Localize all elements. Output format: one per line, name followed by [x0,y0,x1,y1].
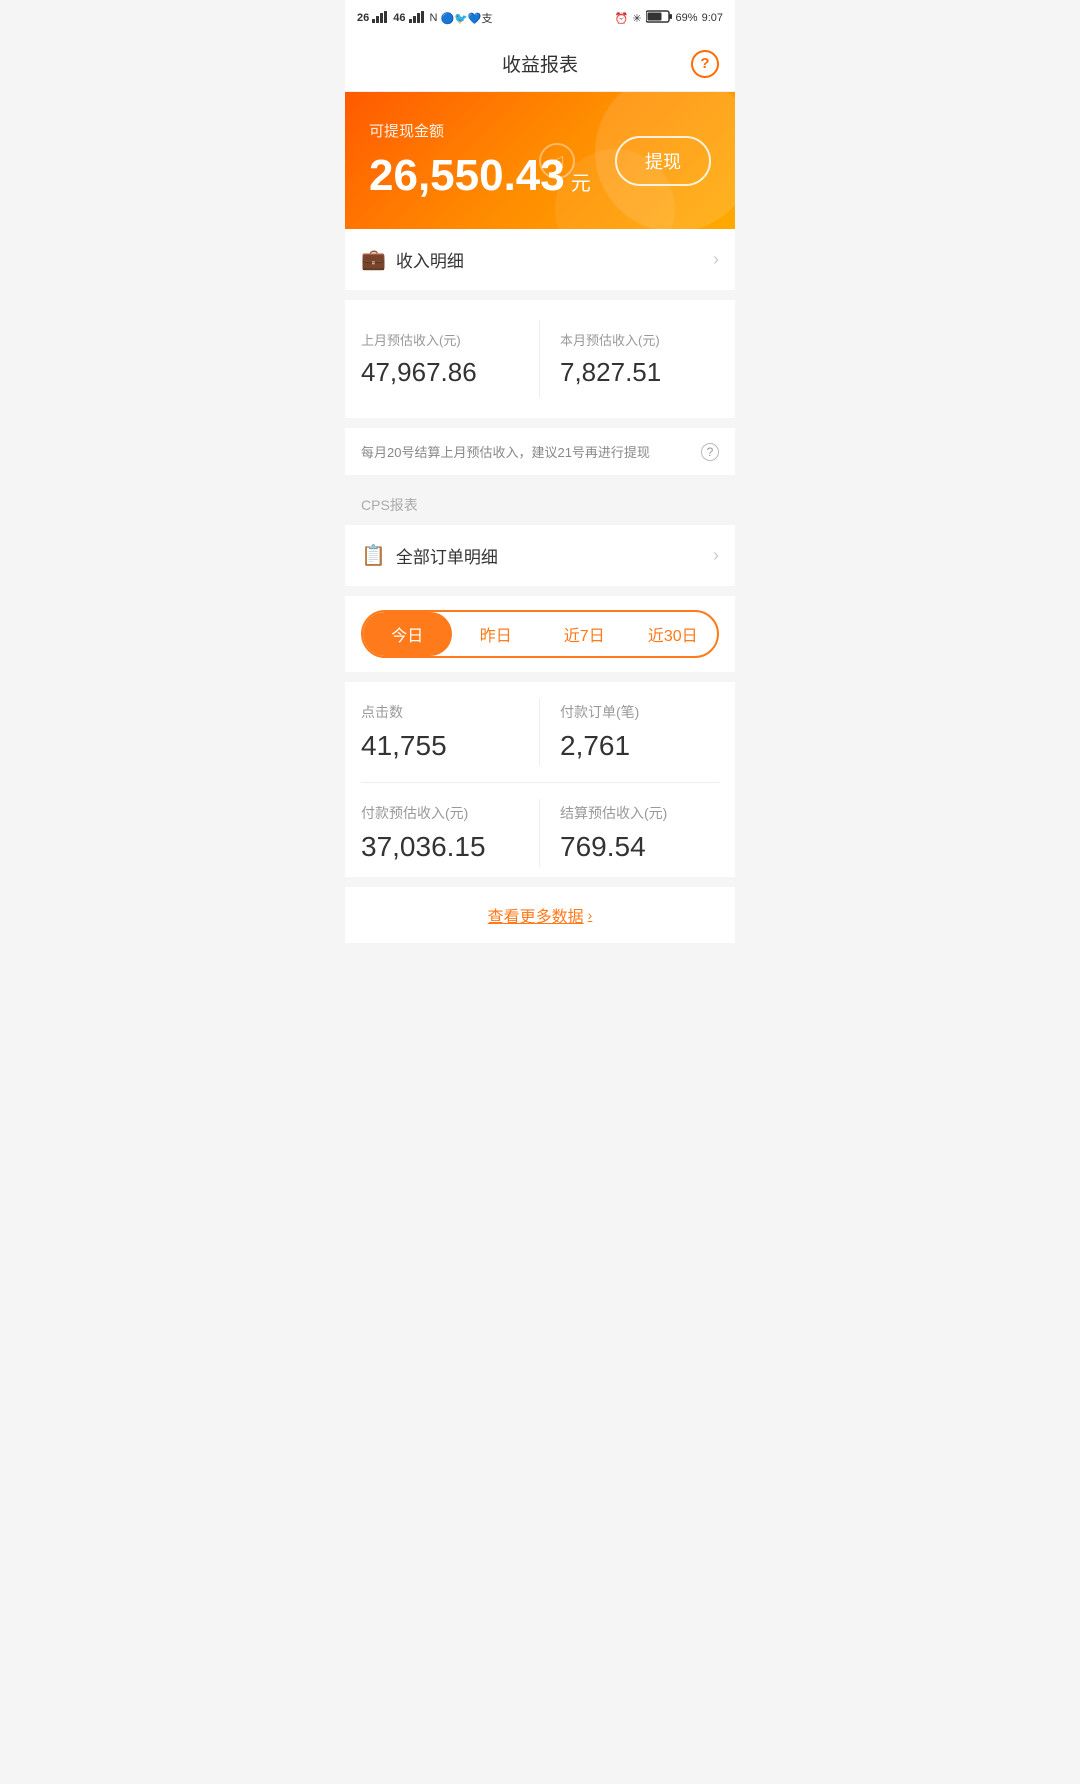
income-icon: 💼 [361,247,386,272]
cps-stats-section: 点击数 41,755 付款订单(笔) 2,761 付款预估收入(元) 37,03… [345,682,735,877]
time-display: 9:07 [702,12,723,24]
status-bar: 26 46 N 🔵🐦💙支 ⏰ ✳ [345,0,735,36]
alarm-icon: ⏰ [615,12,629,25]
balance-unit: 元 [571,167,591,196]
app-icons: 🔵🐦💙支 [440,10,492,26]
status-right: ⏰ ✳ 69% 9:07 [615,10,723,26]
cps-divider [361,782,719,783]
cps-section-label: CPS报表 [345,485,735,525]
carrier-text: 46 [393,12,405,24]
bluetooth-icon: ✳ [632,12,641,25]
balance-number: 26,550.43 [369,151,565,201]
period-tabs: 今日 昨日 近7日 近30日 [361,610,719,658]
banner-circle-icon: ◁ [539,143,575,179]
pay-income-cell: 付款预估收入(元) 37,036.15 [361,799,540,867]
click-count-cell: 点击数 41,755 [361,698,540,766]
view-more-arrow: › [588,907,593,923]
order-detail-arrow: › [713,545,719,566]
signal-bars [372,11,388,26]
view-more-text: 查看更多数据 [488,903,584,927]
tab-today[interactable]: 今日 [363,612,452,656]
view-more-link[interactable]: 查看更多数据 › [488,903,593,927]
last-month-label: 上月预估收入(元) [361,330,523,349]
battery-percent: 69% [676,12,698,24]
nfc-icon: N [430,12,438,24]
income-detail-section: 💼 收入明细 › [345,229,735,290]
pay-order-value: 2,761 [560,730,719,762]
order-icon: 📋 [361,543,386,568]
view-more-section: 查看更多数据 › [345,887,735,943]
income-detail-text: 收入明细 [396,247,713,272]
click-count-label: 点击数 [361,702,523,722]
notice-section: 每月20号结算上月预估收入，建议21号再进行提现 ? [345,428,735,475]
cps-stats-grid: 点击数 41,755 付款订单(笔) 2,761 [361,698,719,766]
cps-income-grid: 付款预估收入(元) 37,036.15 结算预估收入(元) 769.54 [361,799,719,867]
tab-7days[interactable]: 近7日 [540,612,629,656]
signal-text: 26 [357,12,369,24]
pay-income-value: 37,036.15 [361,831,523,863]
click-count-value: 41,755 [361,730,523,762]
settle-income-label: 结算预估收入(元) [560,803,719,823]
tab-yesterday[interactable]: 昨日 [452,612,541,656]
order-detail-item[interactable]: 📋 全部订单明细 › [345,525,735,586]
status-left: 26 46 N 🔵🐦💙支 [357,10,493,26]
pay-income-label: 付款预估收入(元) [361,803,523,823]
settle-income-cell: 结算预估收入(元) 769.54 [540,799,719,867]
last-month-stat: 上月预估收入(元) 47,967.86 [361,320,540,398]
notice-text: 每月20号结算上月预估收入，建议21号再进行提现 [361,442,693,461]
last-month-value: 47,967.86 [361,357,523,388]
pay-order-label: 付款订单(笔) [560,702,719,722]
income-detail-arrow: › [713,249,719,270]
tabs-container: 今日 昨日 近7日 近30日 [345,596,735,672]
order-detail-text: 全部订单明细 [396,543,713,568]
withdraw-button[interactable]: 提现 [615,136,711,186]
this-month-value: 7,827.51 [560,357,719,388]
settle-income-value: 769.54 [560,831,719,863]
page-title: 收益报表 [502,50,578,77]
notice-help-icon[interactable]: ? [701,443,719,461]
balance-banner: 可提现金额 26,550.43 元 ◁ 提现 [345,92,735,229]
monthly-stats-grid: 上月预估收入(元) 47,967.86 本月预估收入(元) 7,827.51 [361,320,719,398]
order-detail-section: 📋 全部订单明细 › [345,525,735,586]
this-month-stat: 本月预估收入(元) 7,827.51 [540,320,719,398]
tab-30days[interactable]: 近30日 [629,612,718,656]
this-month-label: 本月预估收入(元) [560,330,719,349]
income-detail-item[interactable]: 💼 收入明细 › [345,229,735,290]
pay-order-cell: 付款订单(笔) 2,761 [540,698,719,766]
balance-label: 可提现金额 [369,120,591,141]
page-header: 收益报表 ? [345,36,735,92]
signal-bars-2 [409,11,425,26]
battery-icon [646,10,672,26]
help-button[interactable]: ? [691,50,719,78]
monthly-stats-section: 上月预估收入(元) 47,967.86 本月预估收入(元) 7,827.51 [345,300,735,418]
